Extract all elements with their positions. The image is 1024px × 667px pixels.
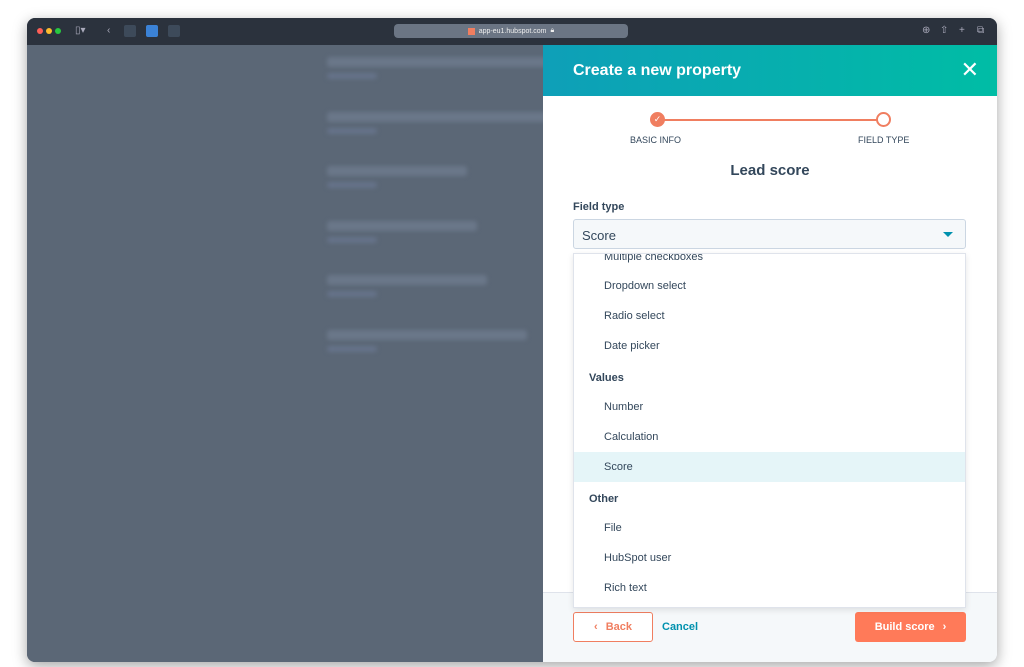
browser-titlebar: ▯▾ ‹ app-eu1.hubspot.com 🔒︎ ⊕ ⇧ + ⧉ <box>27 18 997 45</box>
property-name-heading: Lead score <box>730 162 810 179</box>
step-current-circle-icon <box>876 112 891 127</box>
build-score-button[interactable]: Build score › <box>855 612 966 642</box>
step-complete-check-icon: ✓ <box>650 112 665 127</box>
chevron-right-icon: › <box>942 621 947 633</box>
panel-header: Create a new property ✕ <box>543 45 997 96</box>
option-dropdown-select[interactable]: Dropdown select <box>574 271 965 301</box>
close-window-button[interactable] <box>37 28 43 34</box>
lock-icon: 🔒︎ <box>550 27 555 34</box>
sidebar-icon[interactable]: ▯▾ <box>75 25 86 36</box>
option-multiple-checkboxes[interactable]: Multiple checkboxes <box>574 254 965 272</box>
option-calculation[interactable]: Calculation <box>574 422 965 452</box>
hubspot-favicon <box>467 27 475 35</box>
field-type-label: Field type <box>573 201 625 213</box>
option-number[interactable]: Number <box>574 392 965 422</box>
panel-title: Create a new property <box>573 62 742 79</box>
option-rich-text[interactable]: Rich text <box>574 573 965 603</box>
option-file[interactable]: File <box>574 513 965 543</box>
browser-window: ▯▾ ‹ app-eu1.hubspot.com 🔒︎ ⊕ ⇧ + ⧉ Crea… <box>27 18 997 662</box>
group-label-values: Values <box>589 372 624 384</box>
chevron-left-icon: ‹ <box>594 621 598 633</box>
step-connector <box>657 119 883 121</box>
back-nav-icon[interactable]: ‹ <box>107 25 110 36</box>
option-radio-select[interactable]: Radio select <box>574 301 965 331</box>
step-label-basic-info: BASIC INFO <box>630 135 682 145</box>
dimmed-background[interactable] <box>27 45 547 662</box>
option-date-picker[interactable]: Date picker <box>574 331 965 361</box>
option-score[interactable]: Score <box>574 452 965 482</box>
calendar-tab-icon[interactable] <box>146 25 158 37</box>
share-icon[interactable]: ⇧ <box>940 25 948 36</box>
group-label-other: Other <box>589 493 619 505</box>
cancel-button[interactable]: Cancel <box>662 621 698 633</box>
tabs-overview-icon[interactable]: ⧉ <box>977 25 984 36</box>
gmail-tab-icon[interactable] <box>124 25 136 37</box>
step-label-field-type: FIELD TYPE <box>858 135 910 145</box>
url-text: app-eu1.hubspot.com <box>478 27 547 35</box>
field-type-dropdown[interactable]: Multiple checkboxes Dropdown select Radi… <box>573 253 966 608</box>
address-bar[interactable]: app-eu1.hubspot.com 🔒︎ <box>394 24 628 38</box>
minimize-window-button[interactable] <box>46 28 52 34</box>
back-button[interactable]: ‹ Back <box>573 612 653 642</box>
maximize-window-button[interactable] <box>55 28 61 34</box>
close-icon[interactable]: ✕ <box>961 57 979 83</box>
new-tab-icon[interactable]: + <box>959 25 965 36</box>
create-property-panel: Create a new property ✕ ✓ BASIC INFO FIE… <box>543 45 997 662</box>
field-type-value: Score <box>582 228 616 243</box>
option-hubspot-user[interactable]: HubSpot user <box>574 543 965 573</box>
caret-down-icon <box>943 232 953 237</box>
download-icon[interactable]: ⊕ <box>922 25 930 36</box>
field-type-select[interactable]: Score <box>573 219 966 249</box>
slack-tab-icon[interactable] <box>168 25 180 37</box>
